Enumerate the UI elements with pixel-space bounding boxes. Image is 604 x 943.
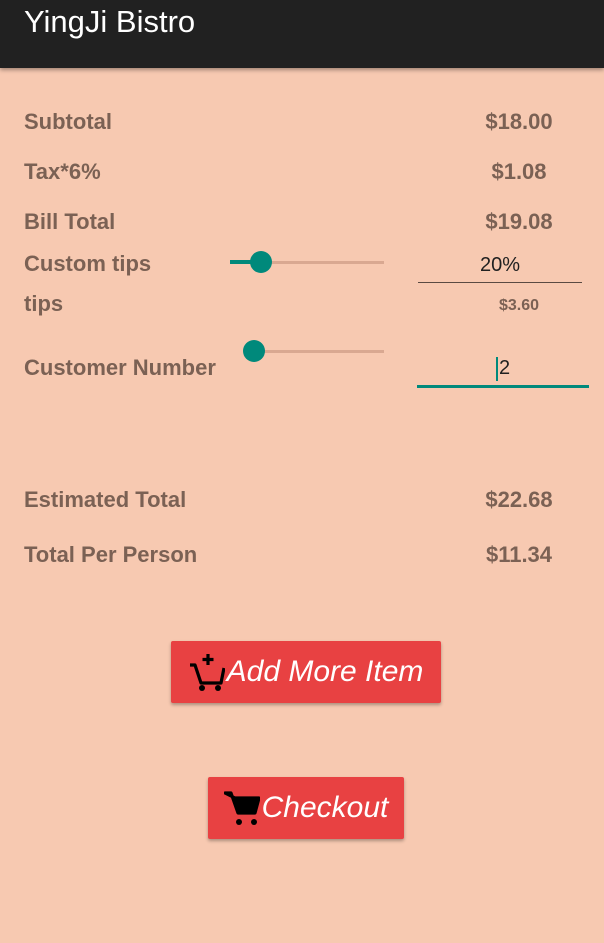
customer-slider-thumb[interactable] (243, 340, 265, 362)
customer-slider-track (254, 350, 384, 353)
bill-total-value: $19.08 (485, 209, 553, 234)
customer-number-field[interactable]: 2 (417, 352, 589, 388)
estimated-total-value: $22.68 (485, 487, 553, 512)
tips-label: tips (24, 291, 64, 316)
text-cursor (495, 356, 498, 381)
subtotal-value: $18.00 (485, 109, 553, 134)
custom-tips-underline (418, 282, 582, 283)
add-more-item-label: Add More Item (226, 655, 424, 688)
custom-tips-input-value: 20% (479, 254, 521, 276)
estimated-total-label: Estimated Total (24, 487, 187, 512)
add-more-item-button[interactable]: Add More Item (171, 641, 441, 703)
tax-value: $1.08 (491, 159, 547, 184)
tips-slider-thumb[interactable] (249, 251, 272, 273)
per-person-label: Total Per Person (24, 542, 198, 567)
custom-tips-label: Custom tips (24, 251, 152, 276)
customer-number-input-value: 2 (498, 357, 511, 379)
shopping-cart-icon (223, 791, 260, 825)
tax-label: Tax*6% (24, 159, 101, 184)
app-bar: YingJi Bistro (0, 0, 604, 68)
customer-number-underline (417, 385, 589, 388)
add-shopping-cart-icon (189, 654, 225, 691)
bill-total-label: Bill Total (24, 209, 116, 234)
checkout-button[interactable]: Checkout (208, 777, 404, 839)
app-title: YingJi Bistro (24, 4, 196, 39)
tips-value: $3.60 (498, 297, 540, 314)
customer-number-label: Customer Number (24, 355, 216, 380)
customer-slider[interactable] (243, 339, 384, 363)
tips-slider[interactable] (230, 250, 384, 274)
checkout-label: Checkout (261, 791, 389, 824)
subtotal-label: Subtotal (24, 109, 112, 134)
per-person-value: $11.34 (485, 542, 553, 567)
custom-tips-field[interactable]: 20% (418, 252, 582, 283)
